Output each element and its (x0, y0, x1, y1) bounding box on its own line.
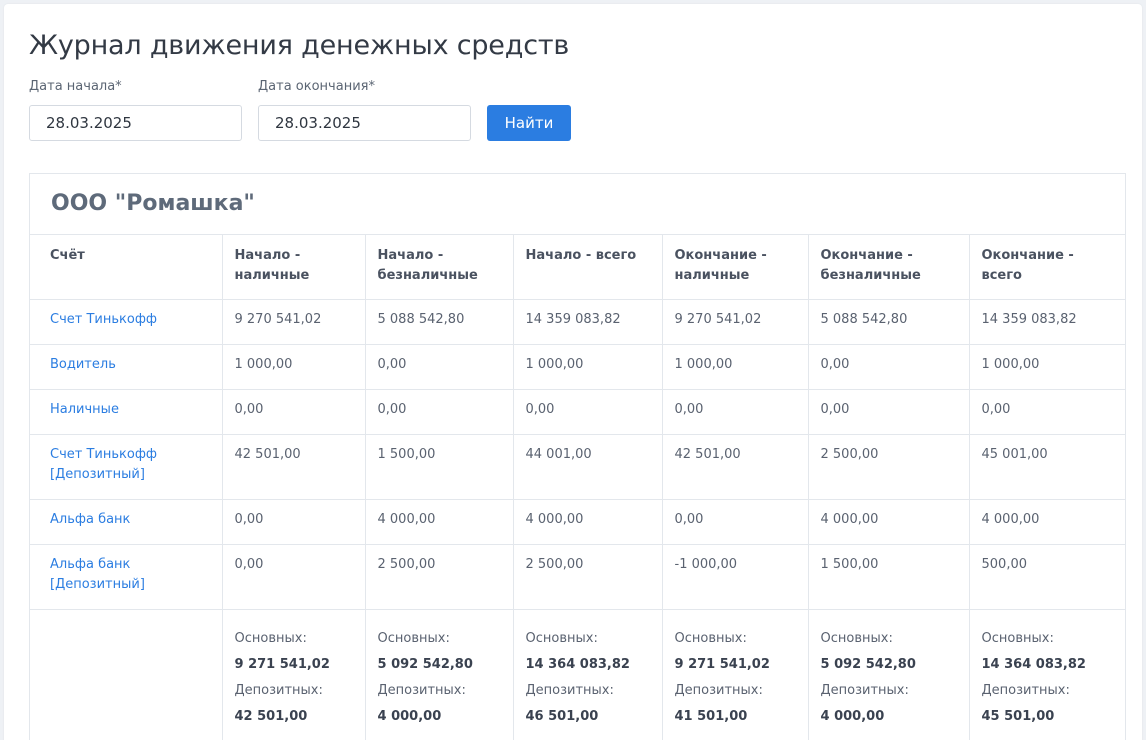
summary-cell: Основных: 14 364 083,82 Депозитных: 45 5… (968, 609, 1126, 740)
cell-start-total: 2 500,00 (512, 544, 662, 610)
cell-start-noncash: 5 088 542,80 (364, 299, 513, 345)
page-title: Журнал движения денежных средств (29, 30, 570, 61)
account-link[interactable]: Счет Тинькофф (29, 299, 222, 345)
table-row: Альфа банк 0,00 4 000,00 4 000,00 0,00 4… (29, 499, 1126, 545)
col-header-account[interactable]: Счёт (29, 234, 222, 300)
cell-start-noncash: 0,00 (364, 344, 513, 390)
cell-start-noncash: 1 500,00 (364, 434, 513, 500)
summary-deposit-label: Депозитных: (234, 683, 323, 698)
table-header-row: Счёт Начало - наличные Начало - безналич… (29, 234, 1126, 300)
account-link[interactable]: Наличные (29, 389, 222, 435)
cell-end-noncash: 5 088 542,80 (807, 299, 969, 345)
cell-start-total: 14 359 083,82 (512, 299, 662, 345)
cell-end-total: 14 359 083,82 (968, 299, 1126, 345)
cell-start-cash: 1 000,00 (221, 344, 365, 390)
cell-start-cash: 42 501,00 (221, 434, 365, 500)
summary-cell: Основных: 14 364 083,82 Депозитных: 46 5… (512, 609, 662, 740)
cashflow-table: Счёт Начало - наличные Начало - безналич… (29, 234, 1126, 740)
start-date-input[interactable]: 28.03.2025 (29, 105, 242, 141)
cell-start-cash: 0,00 (221, 544, 365, 610)
col-header-end-total[interactable]: Окончание - всего (968, 234, 1126, 300)
summary-deposit-value: 4 000,00 (820, 709, 885, 724)
cell-end-noncash: 0,00 (807, 389, 969, 435)
summary-deposit-label: Депозитных: (674, 683, 763, 698)
summary-main-value: 5 092 542,80 (820, 657, 916, 672)
org-panel: ООО "Ромашка" Счёт Начало - наличные Нач… (29, 173, 1126, 740)
org-name: ООО "Ромашка" (51, 191, 255, 216)
cell-end-total: 0,00 (968, 389, 1126, 435)
summary-cell: Основных: 9 271 541,02 Депозитных: 42 50… (221, 609, 365, 740)
summary-row: Основных: 9 271 541,02 Депозитных: 42 50… (29, 609, 1126, 740)
summary-deposit-label: Депозитных: (525, 683, 614, 698)
summary-deposit-value: 4 000,00 (377, 709, 442, 724)
summary-cell: Основных: 5 092 542,80 Депозитных: 4 000… (364, 609, 513, 740)
cell-end-cash: 9 270 541,02 (661, 299, 808, 345)
col-header-end-noncash[interactable]: Окончание - безналичные (807, 234, 969, 300)
start-date-label: Дата начала* (29, 79, 122, 94)
summary-deposit-value: 46 501,00 (525, 709, 599, 724)
table-row: Наличные 0,00 0,00 0,00 0,00 0,00 0,00 (29, 389, 1126, 435)
cell-end-noncash: 4 000,00 (807, 499, 969, 545)
account-link[interactable]: Альфа банк (29, 499, 222, 545)
cell-start-noncash: 4 000,00 (364, 499, 513, 545)
main-card: Журнал движения денежных средств Дата на… (4, 4, 1142, 740)
table-row: Счет Тинькофф [Депозитный] 42 501,00 1 5… (29, 434, 1126, 500)
summary-main-label: Основных: (525, 631, 598, 646)
cell-end-cash: 1 000,00 (661, 344, 808, 390)
summary-main-label: Основных: (377, 631, 450, 646)
cell-end-total: 500,00 (968, 544, 1126, 610)
summary-main-value: 14 364 083,82 (525, 657, 630, 672)
account-link[interactable]: Водитель (29, 344, 222, 390)
summary-deposit-label: Депозитных: (981, 683, 1070, 698)
cell-start-total: 0,00 (512, 389, 662, 435)
end-date-input[interactable]: 28.03.2025 (258, 105, 471, 141)
cell-end-noncash: 1 500,00 (807, 544, 969, 610)
end-date-label: Дата окончания* (258, 79, 375, 94)
table-row: Альфа банк [Депозитный] 0,00 2 500,00 2 … (29, 544, 1126, 610)
cell-start-total: 1 000,00 (512, 344, 662, 390)
cell-start-cash: 9 270 541,02 (221, 299, 365, 345)
cell-start-cash: 0,00 (221, 499, 365, 545)
summary-main-value: 9 271 541,02 (674, 657, 770, 672)
cell-start-noncash: 2 500,00 (364, 544, 513, 610)
summary-deposit-value: 42 501,00 (234, 709, 308, 724)
col-header-start-noncash[interactable]: Начало - безналичные (364, 234, 513, 300)
summary-deposit-value: 45 501,00 (981, 709, 1055, 724)
summary-main-value: 14 364 083,82 (981, 657, 1086, 672)
table-row: Водитель 1 000,00 0,00 1 000,00 1 000,00… (29, 344, 1126, 390)
cell-start-total: 44 001,00 (512, 434, 662, 500)
summary-main-value: 9 271 541,02 (234, 657, 330, 672)
account-link[interactable]: Альфа банк [Депозитный] (29, 544, 222, 610)
cell-end-cash: 42 501,00 (661, 434, 808, 500)
summary-deposit-label: Депозитных: (820, 683, 909, 698)
summary-main-label: Основных: (981, 631, 1054, 646)
summary-empty-cell (29, 609, 222, 740)
summary-main-label: Основных: (674, 631, 747, 646)
cell-end-cash: 0,00 (661, 389, 808, 435)
summary-main-value: 5 092 542,80 (377, 657, 473, 672)
cell-start-cash: 0,00 (221, 389, 365, 435)
summary-deposit-value: 41 501,00 (674, 709, 748, 724)
search-button[interactable]: Найти (487, 105, 571, 141)
account-link[interactable]: Счет Тинькофф [Депозитный] (29, 434, 222, 500)
summary-cell: Основных: 5 092 542,80 Депозитных: 4 000… (807, 609, 969, 740)
summary-deposit-label: Депозитных: (377, 683, 466, 698)
cell-end-noncash: 0,00 (807, 344, 969, 390)
summary-main-label: Основных: (820, 631, 893, 646)
cell-end-total: 45 001,00 (968, 434, 1126, 500)
cell-start-noncash: 0,00 (364, 389, 513, 435)
cell-end-noncash: 2 500,00 (807, 434, 969, 500)
col-header-start-cash[interactable]: Начало - наличные (221, 234, 365, 300)
cell-end-total: 1 000,00 (968, 344, 1126, 390)
summary-main-label: Основных: (234, 631, 307, 646)
summary-cell: Основных: 9 271 541,02 Депозитных: 41 50… (661, 609, 808, 740)
cell-start-total: 4 000,00 (512, 499, 662, 545)
col-header-end-cash[interactable]: Окончание - наличные (661, 234, 808, 300)
cell-end-total: 4 000,00 (968, 499, 1126, 545)
cell-end-cash: 0,00 (661, 499, 808, 545)
col-header-start-total[interactable]: Начало - всего (512, 234, 662, 300)
table-row: Счет Тинькофф 9 270 541,02 5 088 542,80 … (29, 299, 1126, 345)
cell-end-cash: -1 000,00 (661, 544, 808, 610)
